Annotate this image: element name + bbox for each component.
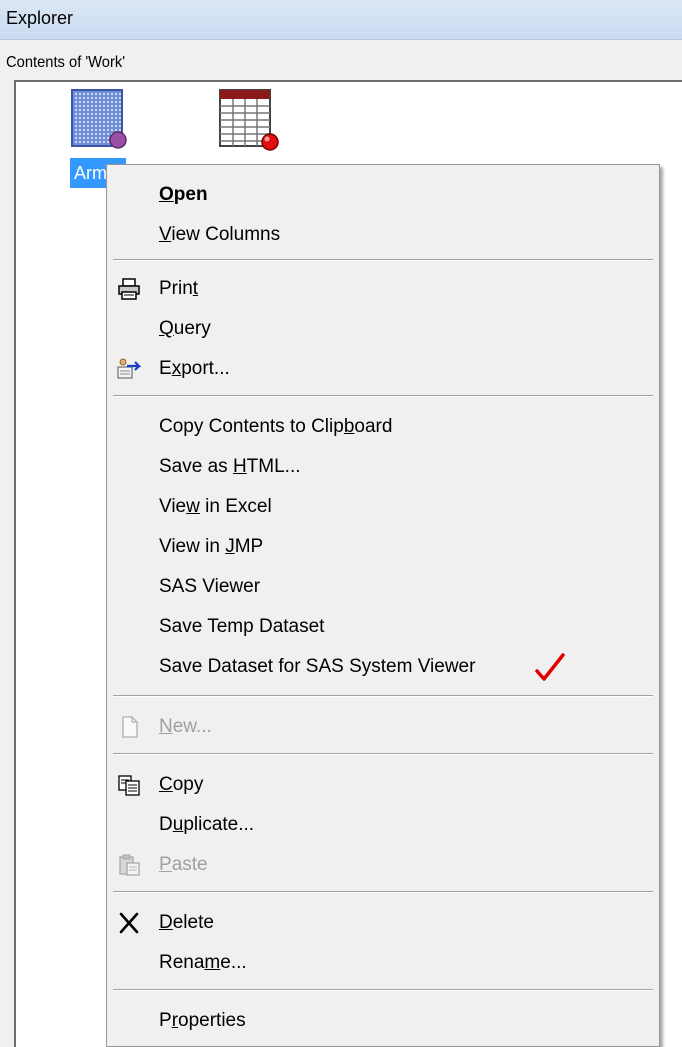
menu-item-label: View in Excel [159,496,272,517]
menu-item-copy-contents-to-clipboard[interactable]: Copy Contents to Clipboard [107,407,659,447]
menu-item-label: Print [159,278,199,299]
new-document-icon [122,716,138,738]
contents-label: Contents of 'Work' [6,54,126,71]
printer-icon [118,278,140,300]
data-table-icon[interactable] [216,88,280,152]
menu-item-label: Save Dataset for SAS System Viewer [159,656,476,677]
menu-item-export[interactable]: Export... [107,349,659,389]
menu-item-view-in-excel[interactable]: View in Excel [107,487,659,527]
menu-item-label: SAS Viewer [159,576,261,597]
menu-item-paste[interactable]: Paste [107,845,659,885]
menu-item-label: Export... [159,358,230,379]
window-title: Explorer [6,8,74,28]
menu-item-view-in-jmp[interactable]: View in JMP [107,527,659,567]
menu-item-label: Open [159,184,208,205]
menu-item-label: Save as HTML... [159,456,301,477]
menu-item-sas-viewer[interactable]: SAS Viewer [107,567,659,607]
menu-item-save-dataset-for-sas-system-viewer[interactable]: Save Dataset for SAS System Viewer [107,647,659,687]
menu-item-query[interactable]: Query [107,309,659,349]
menu-item-copy[interactable]: Copy [107,765,659,805]
delete-x-icon [119,912,139,934]
menu-item-delete[interactable]: Delete [107,903,659,943]
copy-icon [118,775,140,796]
menu-item-label: Delete [159,912,214,933]
menu-item-label: Copy Contents to Clipboard [159,416,393,437]
data-view-icon[interactable] [70,88,128,150]
menu-item-label: Paste [159,854,208,875]
menu-item-rename[interactable]: Rename... [107,943,659,983]
menu-item-view-columns[interactable]: View Columns [107,215,659,255]
menu-separator [113,891,653,893]
menu-item-label: Query [159,318,211,339]
menu-item-open[interactable]: Open [107,175,659,215]
explorer-window: Explorer Contents of 'Work' Arm Open Vie… [0,0,682,1047]
menu-separator [113,753,653,755]
menu-separator [113,695,653,697]
menu-separator [113,989,653,991]
menu-item-save-temp-dataset[interactable]: Save Temp Dataset [107,607,659,647]
title-bar[interactable]: Explorer [0,0,682,40]
menu-separator [113,259,653,261]
menu-item-print[interactable]: Print [107,269,659,309]
menu-item-label: View in JMP [159,536,264,557]
context-menu: Open View Columns Print Query Export... … [106,164,660,1047]
menu-item-properties[interactable]: Properties [107,1001,659,1041]
menu-item-save-as-html[interactable]: Save as HTML... [107,447,659,487]
menu-item-label: Save Temp Dataset [159,616,325,637]
menu-item-label: Duplicate... [159,814,255,835]
export-icon [117,358,141,379]
menu-item-label: New... [159,716,212,737]
menu-item-label: Copy [159,774,204,795]
menu-item-label: Properties [159,1010,246,1031]
paste-icon [119,854,140,876]
menu-separator [113,395,653,397]
red-check-mark-icon [535,653,565,681]
menu-item-duplicate[interactable]: Duplicate... [107,805,659,845]
menu-item-label: Rename... [159,952,247,973]
menu-item-new[interactable]: New... [107,707,659,747]
menu-item-label: View Columns [159,224,281,245]
